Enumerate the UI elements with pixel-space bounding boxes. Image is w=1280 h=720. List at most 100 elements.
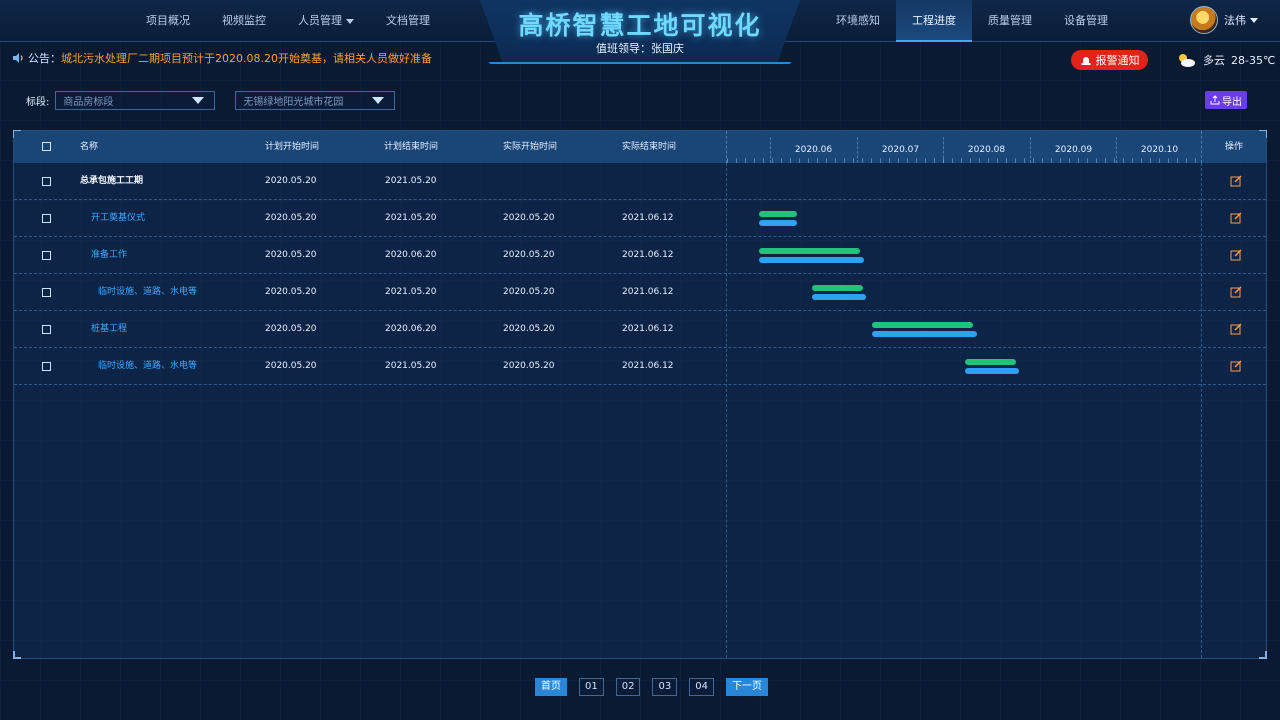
upload-icon	[1210, 95, 1220, 105]
chevron-down-icon	[346, 18, 354, 24]
row-plan-start: 2020.05.20	[265, 361, 317, 371]
corner-decoration	[13, 651, 21, 659]
speaker-icon	[13, 53, 23, 63]
row-actual-end: 2021.06.12	[622, 250, 674, 260]
gantt-actual-bar	[759, 257, 864, 263]
row-plan-start: 2020.05.20	[265, 287, 317, 297]
row-name: 临时设施、道路、水电等	[98, 287, 198, 297]
column-header-actual-end: 实际结束时间	[622, 142, 677, 152]
row-plan-start: 2020.05.20	[265, 213, 317, 223]
section-select[interactable]: 商品房标段	[55, 91, 216, 110]
nav-item-equipment[interactable]: 设备管理	[1048, 0, 1124, 42]
nav-item-video-monitoring[interactable]: 视频监控	[206, 0, 282, 42]
gantt-actual-bar	[872, 331, 977, 337]
row-name: 桩基工程	[91, 324, 128, 334]
row-actual-end: 2021.06.12	[622, 287, 674, 297]
nav-item-progress[interactable]: 工程进度	[896, 0, 972, 42]
first-page-button[interactable]: 首页	[535, 678, 567, 696]
row-plan-start: 2020.05.20	[265, 250, 317, 260]
chevron-down-icon	[192, 97, 205, 104]
edit-icon[interactable]	[1230, 175, 1242, 187]
nav-item-project-overview[interactable]: 项目概况	[130, 0, 206, 42]
nav-item-environment[interactable]: 环境感知	[820, 0, 896, 42]
row-checkbox[interactable]	[42, 214, 51, 223]
avatar	[1190, 6, 1218, 34]
notice-label: 公告：	[28, 52, 61, 65]
notice-text: 城北污水处理厂二期项目预计于2020.08.20开始奠基，请相关人员做好准备	[61, 52, 432, 65]
row-plan-end: 2020.06.20	[385, 324, 437, 334]
row-checkbox[interactable]	[42, 177, 51, 186]
column-header-plan-start: 计划开始时间	[265, 142, 320, 152]
row-plan-end: 2021.05.20	[385, 287, 437, 297]
row-plan-end: 2021.05.20	[385, 361, 437, 371]
weather-temperature: 28-35℃	[1231, 53, 1276, 67]
row-name: 总承包施工工期	[80, 176, 144, 186]
nav-item-label: 质量管理	[988, 14, 1032, 27]
user-name: 法伟	[1224, 14, 1246, 27]
nav-item-label: 项目概况	[146, 14, 190, 27]
edit-icon[interactable]	[1230, 323, 1242, 335]
export-button[interactable]: 导出	[1205, 91, 1247, 109]
row-actual-start: 2020.05.20	[503, 213, 555, 223]
nav-item-personnel[interactable]: 人员管理	[282, 0, 370, 42]
gantt-timeline-header: 2020.06 2020.07 2020.08 2020.09 2020.10	[726, 131, 1202, 163]
select-all-checkbox[interactable]	[42, 142, 51, 151]
column-header-actual-start: 实际开始时间	[503, 142, 558, 152]
pagination: 首页 01 02 03 04 下一页	[535, 678, 768, 696]
gantt-plan-bar	[872, 322, 973, 328]
column-header-plan-end: 计划结束时间	[384, 142, 439, 152]
gantt-plan-bar	[759, 211, 797, 217]
gantt-actual-bar	[965, 368, 1019, 374]
gantt-actual-bar	[812, 294, 866, 300]
edit-icon[interactable]	[1230, 360, 1242, 372]
row-plan-start: 2020.05.20	[265, 176, 317, 186]
alarm-label: 报警通知	[1095, 54, 1140, 67]
nav-item-label: 视频监控	[222, 14, 266, 27]
row-plan-end: 2021.05.20	[385, 213, 437, 223]
page-button-03[interactable]: 03	[652, 678, 678, 696]
page-button-01[interactable]: 01	[579, 678, 604, 696]
nav-item-quality[interactable]: 质量管理	[972, 0, 1048, 42]
user-menu[interactable]: 法伟	[1190, 6, 1258, 34]
table-row: 临时设施、道路、水电等 2020.05.20 2021.05.20 2020.0…	[14, 274, 1266, 311]
row-actual-end: 2021.06.12	[622, 213, 674, 223]
duty-leader: 值班领导：张国庆	[596, 42, 684, 55]
section-select-value: 商品房标段	[63, 97, 114, 108]
row-checkbox[interactable]	[42, 288, 51, 297]
table-row: 总承包施工工期 2020.05.20 2021.05.20	[14, 163, 1266, 200]
table-row: 准备工作 2020.05.20 2020.06.20 2020.05.20 20…	[14, 237, 1266, 274]
nav-left: 项目概况 视频监控 人员管理 文档管理	[130, 0, 446, 42]
row-plan-start: 2020.05.20	[265, 324, 317, 334]
edit-icon[interactable]	[1230, 286, 1242, 298]
progress-table-panel: 名称 计划开始时间 计划结束时间 实际开始时间 实际结束时间 2020.06 2…	[13, 130, 1267, 659]
project-select[interactable]: 无锡绿地阳光城市花园	[235, 91, 396, 110]
row-name: 临时设施、道路、水电等	[98, 361, 198, 371]
next-page-button[interactable]: 下一页	[725, 678, 768, 696]
page-button-02[interactable]: 02	[615, 678, 641, 696]
chevron-down-icon	[1250, 17, 1258, 23]
page-button-04[interactable]: 04	[689, 678, 714, 696]
gantt-plan-bar	[812, 285, 863, 291]
edit-icon[interactable]	[1230, 212, 1242, 224]
row-actual-start: 2020.05.20	[503, 361, 555, 371]
alarm-notification-button[interactable]: 报警通知	[1071, 50, 1148, 70]
column-header-name: 名称	[80, 142, 99, 152]
row-checkbox[interactable]	[42, 362, 51, 371]
page-title: 高桥智慧工地可视化	[518, 11, 762, 40]
nav-item-label: 设备管理	[1064, 14, 1108, 27]
row-checkbox[interactable]	[42, 251, 51, 260]
row-actual-start: 2020.05.20	[503, 287, 555, 297]
row-checkbox[interactable]	[42, 325, 51, 334]
filter-label: 标段:	[26, 97, 50, 108]
edit-icon[interactable]	[1230, 249, 1242, 261]
nav-item-label: 环境感知	[836, 14, 880, 27]
export-label: 导出	[1222, 96, 1242, 108]
row-actual-start: 2020.05.20	[503, 250, 555, 260]
row-name: 开工奠基仪式	[91, 213, 146, 223]
alarm-light-icon	[1081, 57, 1090, 65]
weather-condition: 多云	[1203, 54, 1225, 67]
gantt-actual-bar	[759, 220, 797, 226]
nav-item-documents[interactable]: 文档管理	[370, 0, 446, 42]
table-row: 开工奠基仪式 2020.05.20 2021.05.20 2020.05.20 …	[14, 200, 1266, 237]
row-plan-end: 2021.05.20	[385, 176, 437, 186]
